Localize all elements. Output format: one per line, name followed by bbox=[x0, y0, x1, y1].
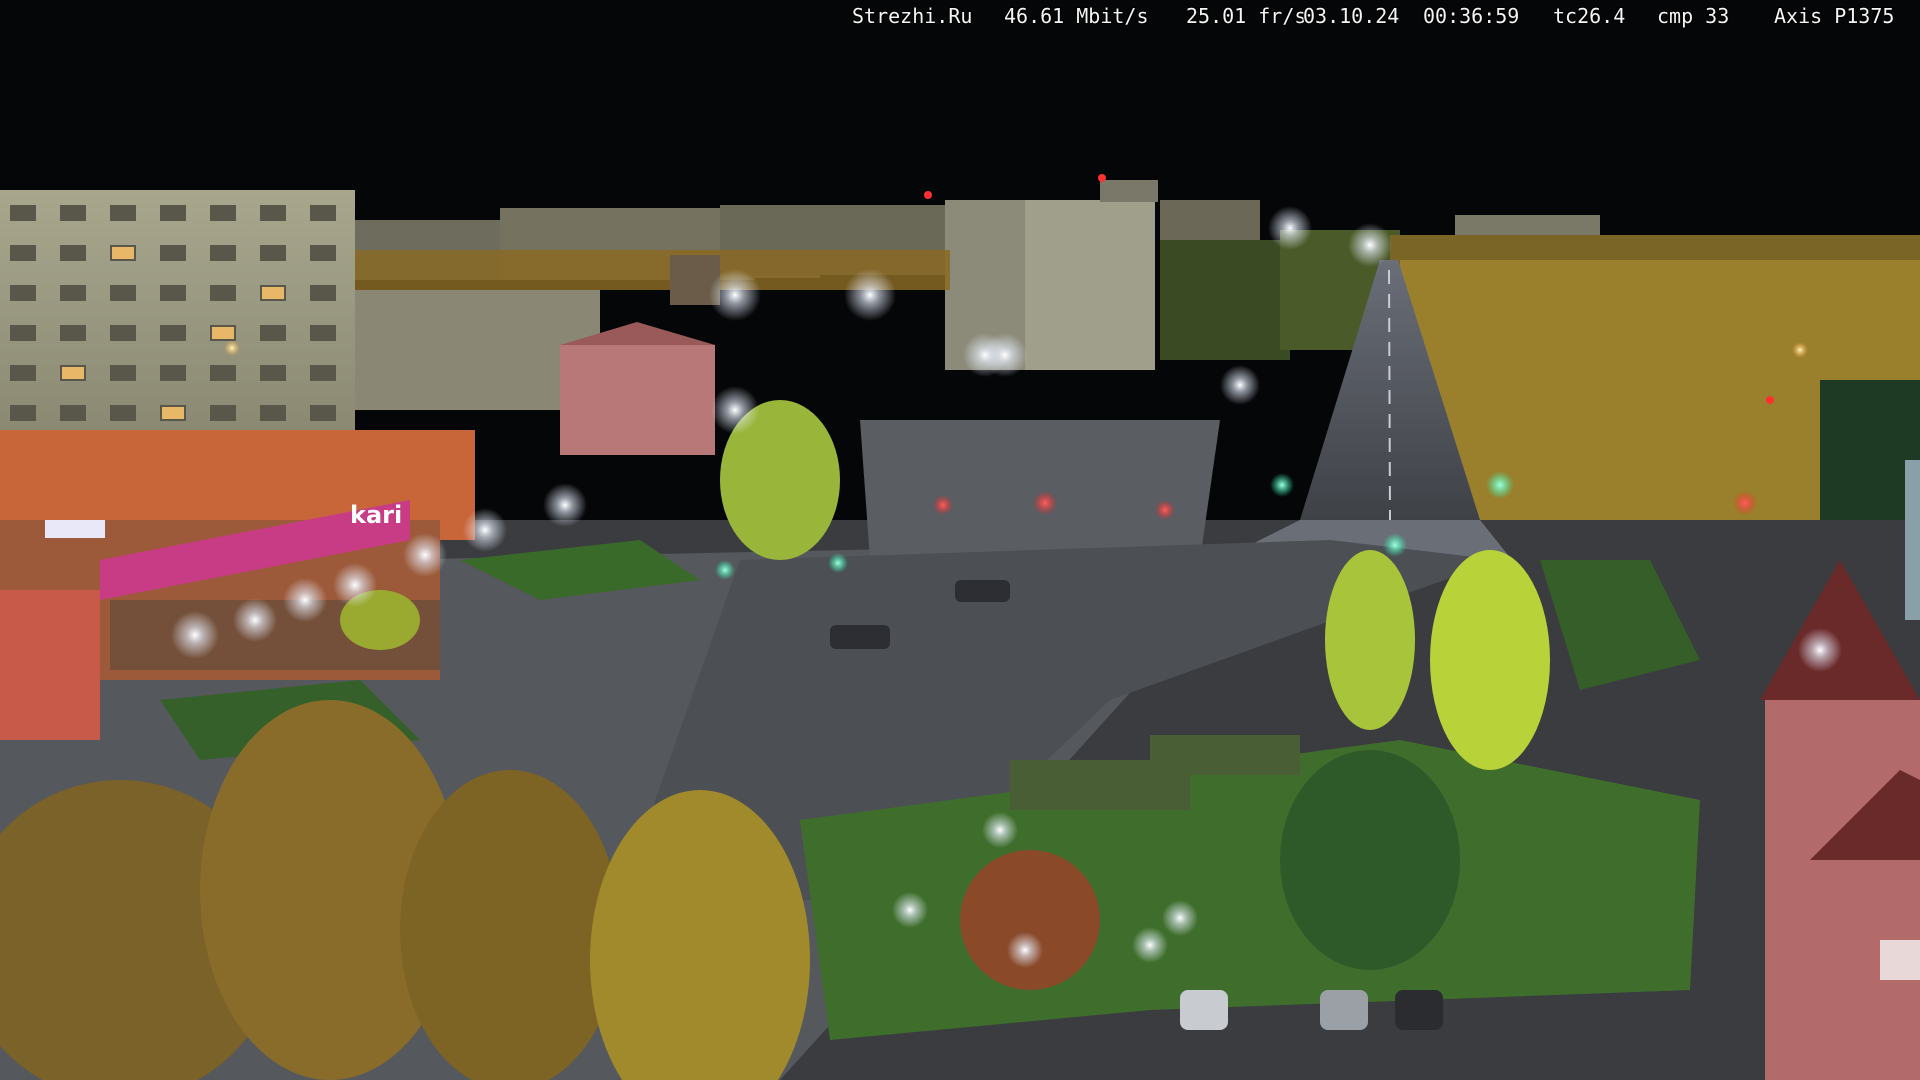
osd-tc: tc26.4 bbox=[1553, 4, 1626, 28]
osd-site-name: Strezhi.Ru bbox=[852, 4, 973, 28]
osd-camera-model: Axis P1375 bbox=[1774, 4, 1895, 28]
osd-frame-rate: 25.01 fr/s bbox=[1186, 4, 1307, 28]
night-street-scene: kari bbox=[0, 0, 1920, 1080]
central-tower bbox=[924, 174, 1158, 370]
camera-osd-overlay: Strezhi.Ru 46.61 Mbit/s 25.01 fr/s 03.10… bbox=[0, 4, 1920, 32]
osd-bitrate: 46.61 Mbit/s bbox=[1004, 4, 1149, 28]
camera-frame: kari Strezhi.Ru 46.61 Mbit/s 25.01 fr/s … bbox=[0, 0, 1920, 1080]
osd-date: 03.10.24 bbox=[1303, 4, 1400, 28]
osd-compression: cmp 33 bbox=[1657, 4, 1730, 28]
osd-time: 00:36:59 bbox=[1423, 4, 1520, 28]
store-sign: kari bbox=[350, 501, 402, 529]
